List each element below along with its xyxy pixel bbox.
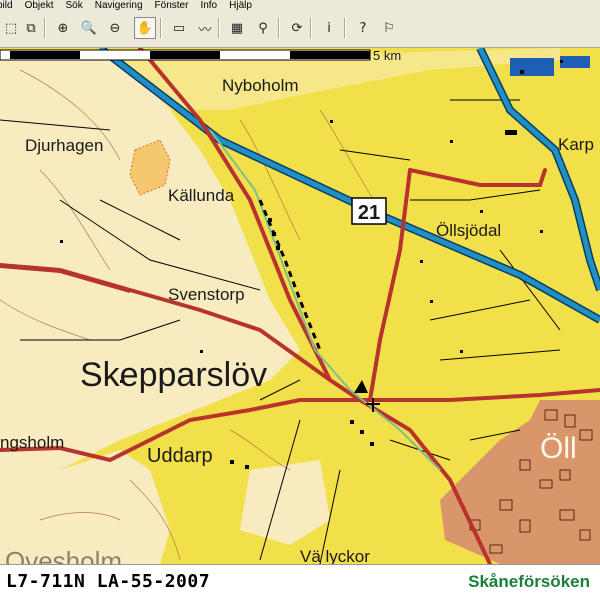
toolbar-separator (278, 18, 280, 38)
route-number: 21 (358, 202, 380, 224)
zoom-in-icon[interactable]: ⊕ (52, 17, 74, 39)
place-ingsholm: ngsholm (0, 433, 64, 452)
refresh-icon[interactable]: ⟳ (286, 17, 308, 39)
toolbar-separator (44, 18, 46, 38)
place-skepparslov: Skepparslöv (80, 356, 267, 394)
menu-item-objekt[interactable]: Objekt (25, 0, 54, 11)
layers-icon[interactable]: ▦ (226, 17, 248, 39)
topographic-map[interactable]: 21 5 km Nyboholm Djurhagen Källunda Karp… (0, 48, 600, 564)
measure-icon[interactable]: 〰 (194, 17, 216, 39)
menu-item-fonster[interactable]: Fönster (155, 0, 189, 11)
place-valyckor: Vä lyckor (300, 547, 370, 564)
toolbar-separator (310, 18, 312, 38)
place-nyboholm: Nyboholm (222, 76, 299, 95)
menu-item-info[interactable]: Info (200, 0, 217, 11)
gps-icon[interactable]: ⚐ (378, 17, 400, 39)
place-ollsjodal: Öllsjödal (436, 221, 501, 240)
zoom-out-icon[interactable]: ⊖ (104, 17, 126, 39)
menu-item-navigering[interactable]: Navigering (95, 0, 143, 11)
place-kallunda: Källunda (168, 186, 235, 205)
zoom-icon[interactable]: 🔍 (78, 17, 100, 39)
help-pointer-icon[interactable]: ? (352, 17, 374, 39)
info-icon[interactable]: i (318, 17, 340, 39)
toolbar: ⬚ ⧉ ⊕ 🔍 ⊖ ✋ ▭ 〰 ▦ ⚲ ⟳ i? ⚐ (0, 12, 600, 48)
scale-label: 5 km (373, 48, 401, 63)
menu-bar: bild Objekt Sök Navigering Fönster Info Hjälp (0, 0, 600, 12)
place-ollsjo-town: Öll (540, 432, 577, 465)
toolbar-separator (344, 18, 346, 38)
toolbar-separator (218, 18, 220, 38)
place-djurhagen: Djurhagen (25, 136, 103, 155)
copy-icon[interactable]: ⧉ (20, 17, 42, 39)
map-sheet-code: L7-711N LA-55-2007 (6, 571, 211, 592)
place-karp: Karp (558, 135, 594, 154)
water-pond-1 (510, 58, 554, 76)
zoom-window-icon[interactable]: ▭ (168, 17, 190, 39)
place-ovesholm: Ovesholm (5, 546, 122, 564)
pan-hand-icon[interactable]: ✋ (134, 17, 156, 39)
select-icon[interactable]: ⬚ (0, 17, 22, 39)
search-map-icon[interactable]: ⚲ (252, 17, 274, 39)
place-svenstorp: Svenstorp (168, 285, 245, 304)
map-view[interactable]: 21 5 km Nyboholm Djurhagen Källunda Karp… (0, 48, 600, 564)
menu-item-bild[interactable]: bild (0, 0, 13, 11)
menu-item-sok[interactable]: Sök (65, 0, 82, 11)
menu-item-hjalp[interactable]: Hjälp (229, 0, 252, 11)
status-bar: L7-711N LA-55-2007 Skåneförsöken (0, 564, 600, 601)
place-uddarp: Uddarp (147, 445, 213, 467)
water-pond-2 (560, 56, 590, 68)
route-21-shield: 21 (351, 197, 387, 225)
brand-label: Skåneförsöken (468, 572, 590, 591)
toolbar-separator (160, 18, 162, 38)
